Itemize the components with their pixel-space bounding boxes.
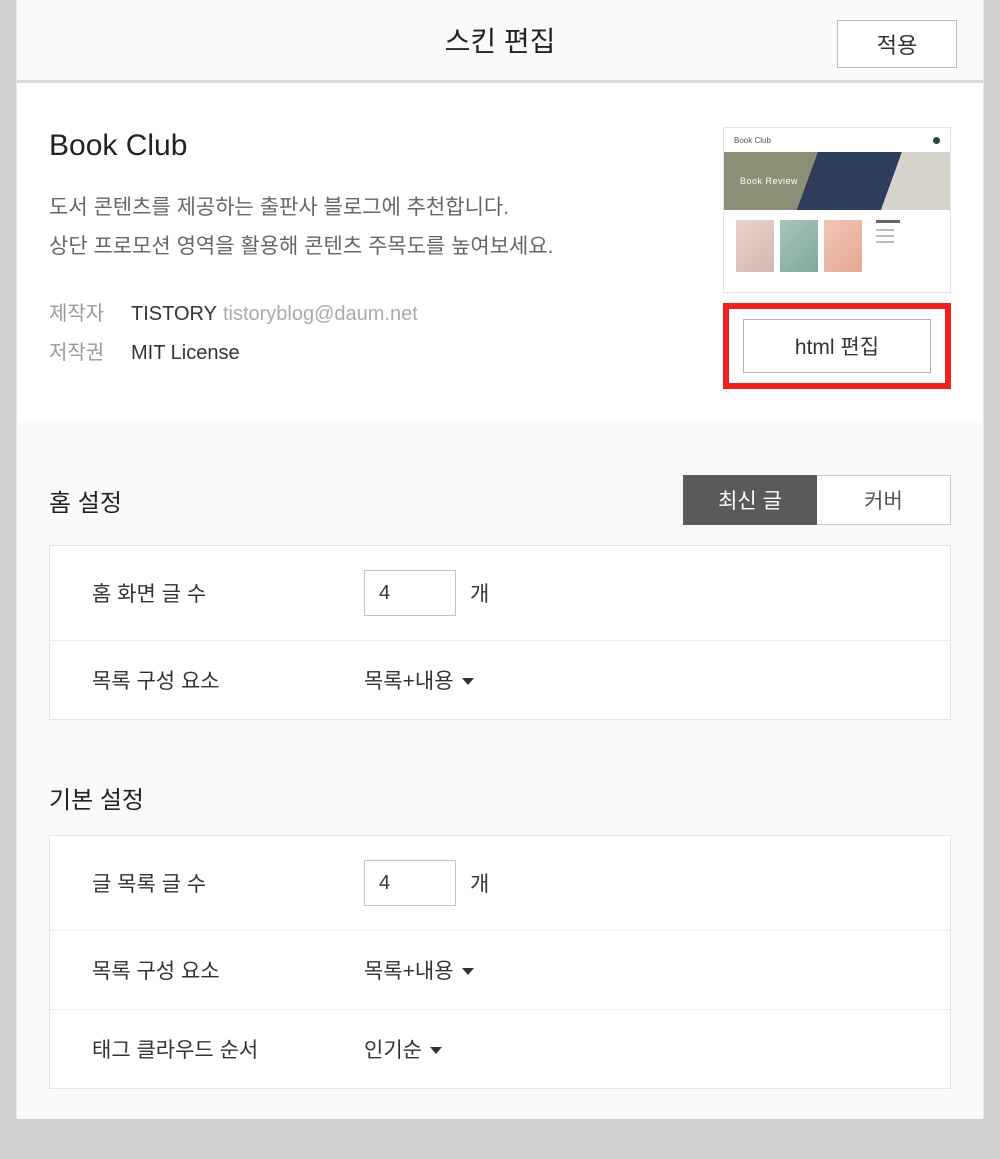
home-post-count-control: 개 <box>364 570 489 616</box>
preview-logo: Book Club <box>734 136 771 145</box>
home-post-count-label: 홈 화면 글 수 <box>92 578 364 608</box>
license-value: MIT License <box>131 334 240 373</box>
maker-value: TISTORY tistoryblog@daum.net <box>131 295 418 334</box>
home-list-component-value: 목록+내용 <box>364 665 454 695</box>
tag-order-row: 태그 클라우드 순서 인기순 <box>50 1010 950 1088</box>
preview-avatar-icon <box>933 137 940 144</box>
highlight-annotation: html 편집 <box>723 303 951 389</box>
preview-line <box>876 220 900 223</box>
preview-line <box>876 235 894 237</box>
caret-down-icon <box>462 968 474 975</box>
list-count-unit: 개 <box>470 868 489 898</box>
home-list-component-label: 목록 구성 요소 <box>92 665 364 695</box>
home-post-count-unit: 개 <box>470 578 489 608</box>
basic-settings-section: 기본 설정 글 목록 글 수 개 목록 구성 요소 목록+내용 <box>17 750 983 1119</box>
home-list-component-dropdown[interactable]: 목록+내용 <box>364 665 474 695</box>
basic-list-component-label: 목록 구성 요소 <box>92 955 364 985</box>
list-count-label: 글 목록 글 수 <box>92 868 364 898</box>
caret-down-icon <box>430 1047 442 1054</box>
preview-topbar: Book Club <box>724 128 950 152</box>
preview-line <box>876 241 894 243</box>
home-tabs: 최신 글 커버 <box>683 475 951 525</box>
home-list-component-control: 목록+내용 <box>364 665 474 695</box>
home-list-component-row: 목록 구성 요소 목록+내용 <box>50 641 950 719</box>
page-title: 스킨 편집 <box>445 20 556 60</box>
skin-preview-thumbnail: Book Club Book Review <box>723 127 951 293</box>
tag-order-control: 인기순 <box>364 1034 442 1064</box>
list-count-control: 개 <box>364 860 489 906</box>
basic-list-component-row: 목록 구성 요소 목록+내용 <box>50 931 950 1010</box>
caret-down-icon <box>462 678 474 685</box>
preview-card <box>780 220 818 272</box>
maker-name: TISTORY <box>131 303 217 325</box>
html-edit-button[interactable]: html 편집 <box>743 319 931 373</box>
preview-body <box>724 210 950 282</box>
apply-button[interactable]: 적용 <box>837 20 957 68</box>
list-count-row: 글 목록 글 수 개 <box>50 836 950 931</box>
preview-card <box>824 220 862 272</box>
maker-label: 제작자 <box>49 295 131 334</box>
home-post-count-input[interactable] <box>364 570 456 616</box>
license-label: 저작권 <box>49 334 131 373</box>
basic-settings-title: 기본 설정 <box>49 780 951 815</box>
list-count-input[interactable] <box>364 860 456 906</box>
home-settings-section: 홈 설정 최신 글 커버 홈 화면 글 수 개 목록 구성 요소 목록+내용 <box>17 421 983 750</box>
maker-email: tistoryblog@daum.net <box>223 303 418 325</box>
home-settings-box: 홈 화면 글 수 개 목록 구성 요소 목록+내용 <box>49 545 951 720</box>
basic-list-component-dropdown[interactable]: 목록+내용 <box>364 955 474 985</box>
home-post-count-row: 홈 화면 글 수 개 <box>50 546 950 641</box>
preview-sidebar <box>868 220 938 272</box>
preview-hero-text: Book Review <box>740 176 798 186</box>
basic-settings-box: 글 목록 글 수 개 목록 구성 요소 목록+내용 태그 클라우드 순서 <box>49 835 951 1089</box>
home-settings-head: 홈 설정 최신 글 커버 <box>49 475 951 525</box>
tag-order-label: 태그 클라우드 순서 <box>92 1034 364 1064</box>
skin-info-section: Book Club 도서 콘텐츠를 제공하는 출판사 블로그에 추천합니다. 상… <box>17 83 983 421</box>
preview-column: Book Club Book Review <box>723 127 951 389</box>
tag-order-value: 인기순 <box>364 1034 422 1064</box>
preview-hero: Book Review <box>724 152 950 210</box>
basic-list-component-control: 목록+내용 <box>364 955 474 985</box>
basic-list-component-value: 목록+내용 <box>364 955 454 985</box>
preview-card <box>736 220 774 272</box>
page-header: 스킨 편집 적용 <box>17 0 983 83</box>
main-panel: 스킨 편집 적용 Book Club 도서 콘텐츠를 제공하는 출판사 블로그에… <box>16 0 984 1119</box>
preview-line <box>876 229 894 231</box>
tab-cover[interactable]: 커버 <box>817 475 951 525</box>
tab-latest[interactable]: 최신 글 <box>683 475 817 525</box>
tag-order-dropdown[interactable]: 인기순 <box>364 1034 442 1064</box>
home-settings-title: 홈 설정 <box>49 483 122 518</box>
